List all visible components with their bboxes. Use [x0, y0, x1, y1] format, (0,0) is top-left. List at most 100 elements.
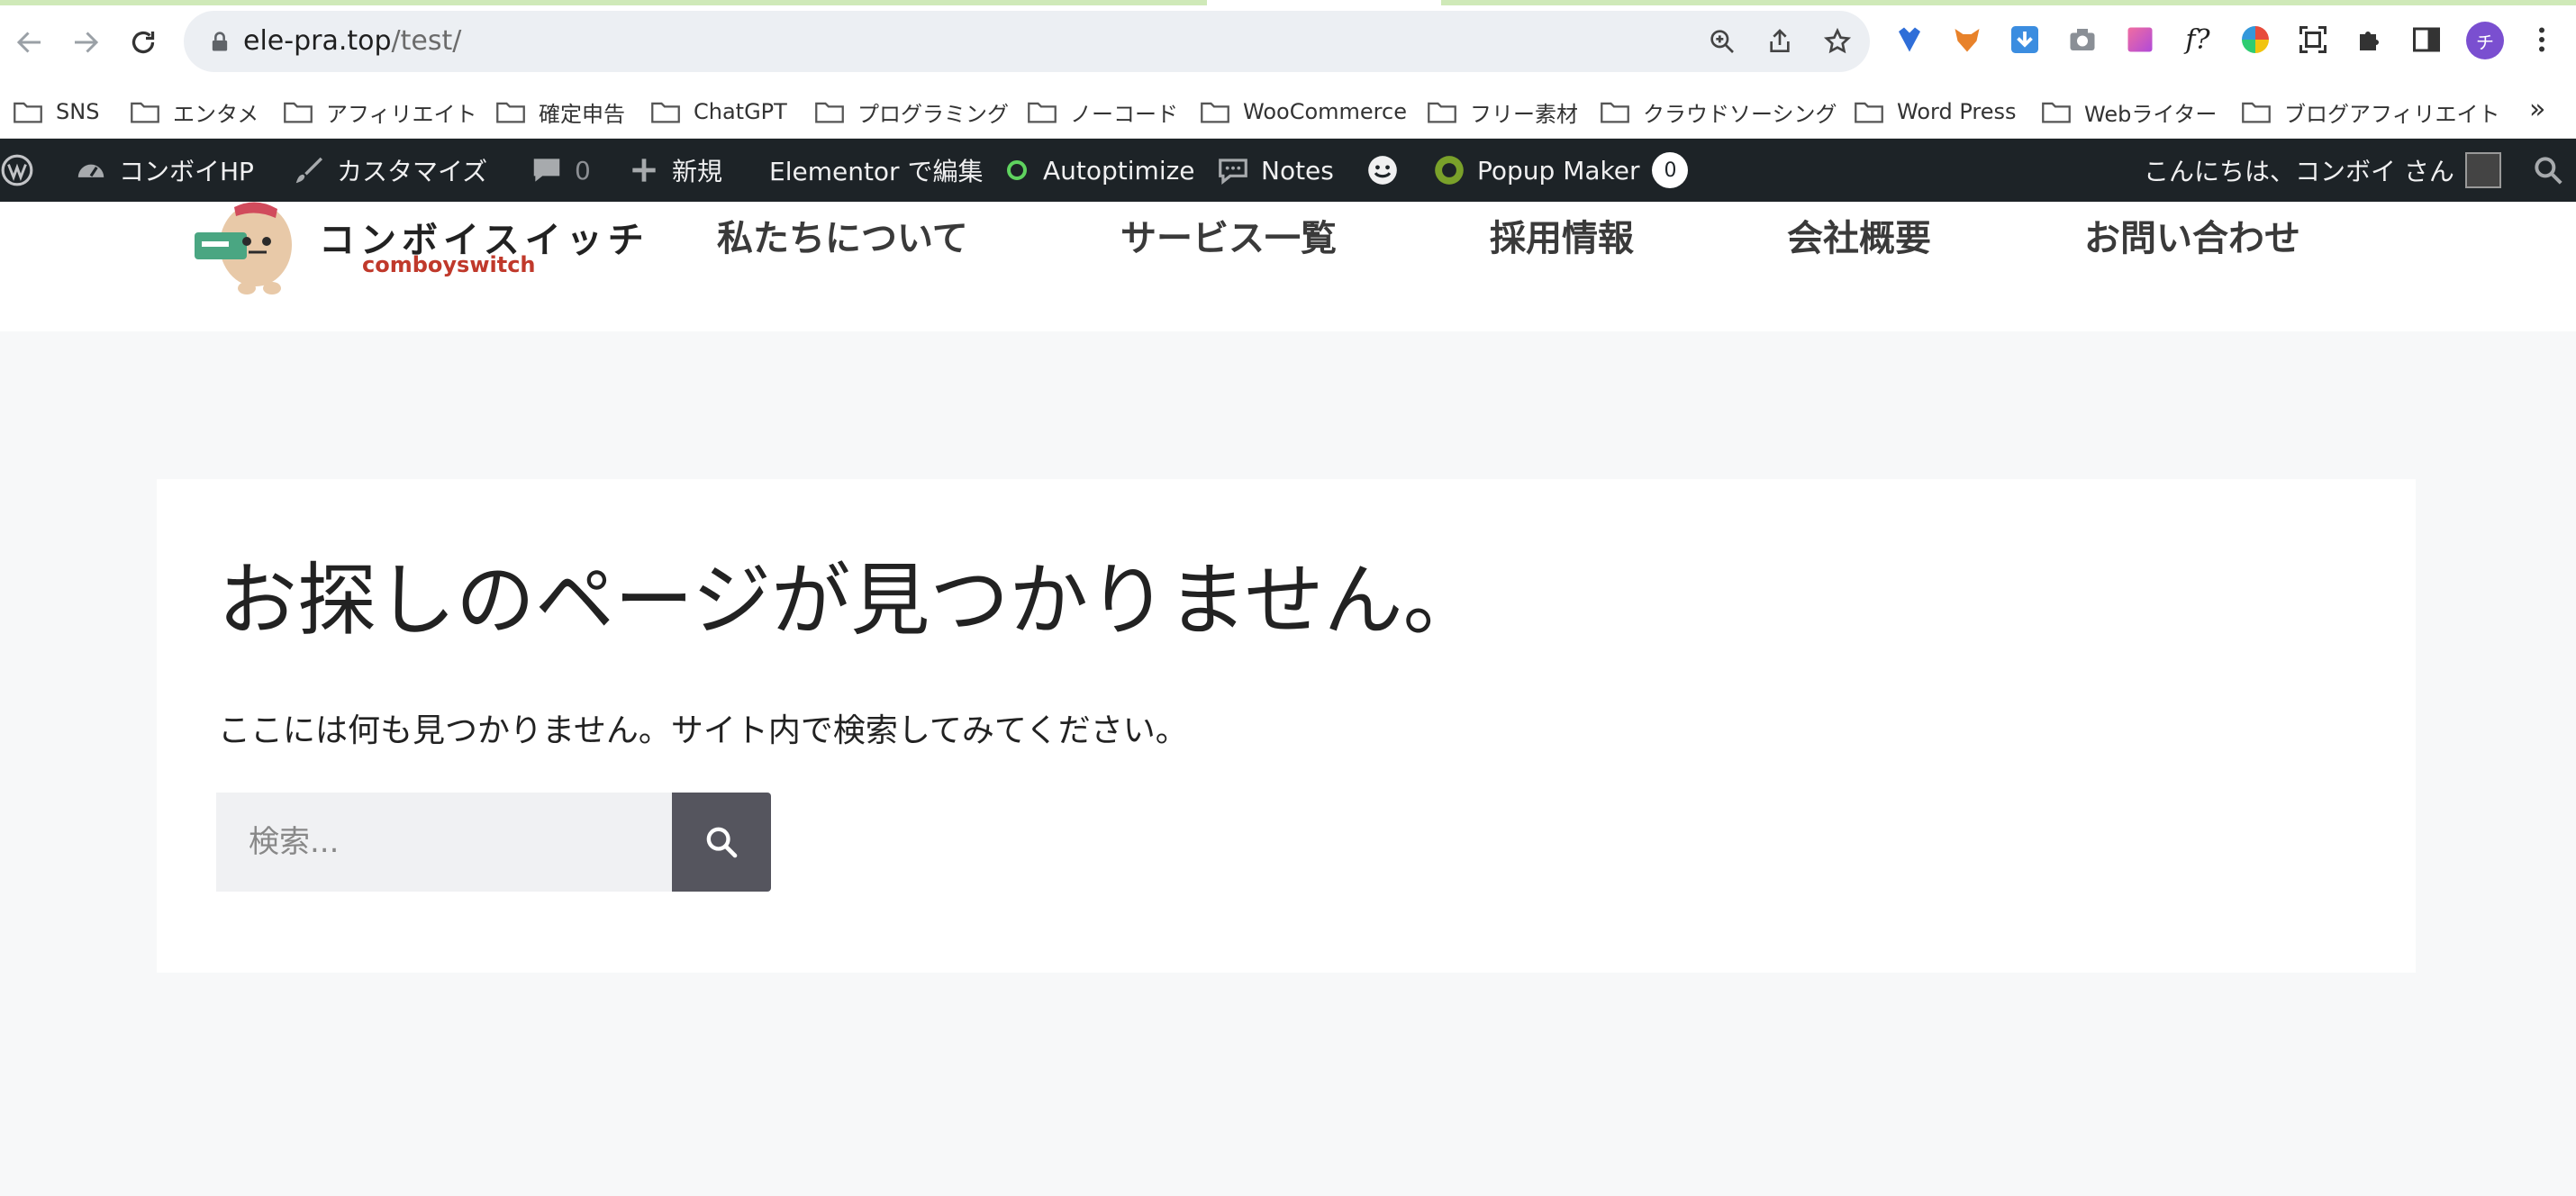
- zoom-icon: [1710, 30, 1734, 53]
- folder-icon: [496, 102, 525, 123]
- wp-grin-plugin[interactable]: [1365, 139, 1410, 202]
- bookmark-folder[interactable]: フリー素材: [1427, 94, 1578, 130]
- wp-logo-button[interactable]: [0, 139, 45, 202]
- url-text[interactable]: ele-pra.top/test/: [243, 23, 461, 59]
- search-icon: [2535, 157, 2562, 185]
- download-extension-icon: [2011, 26, 2038, 53]
- smiley-face-icon: [1368, 156, 1397, 185]
- back-button[interactable]: [5, 18, 54, 67]
- not-found-card: お探しのページが見つかりません。 ここには何も見つかりません。サイト内で検索して…: [157, 479, 2416, 973]
- nav-contact[interactable]: お問い合わせ: [2084, 209, 2300, 261]
- popup-maker-icon: [1435, 156, 1464, 185]
- side-panel-icon: [2413, 27, 2440, 52]
- nav-about[interactable]: 私たちについて: [717, 209, 968, 261]
- folder-icon: [14, 102, 42, 123]
- share-icon: [1770, 29, 1790, 52]
- wp-account-menu[interactable]: こんにちは、コンボイ さん: [2144, 139, 2501, 202]
- screen-capture-icon: [2299, 26, 2327, 53]
- loading-bar: [1441, 0, 2576, 5]
- extensions-menu-button[interactable]: [2351, 20, 2390, 59]
- puzzle-icon: [2360, 32, 2379, 50]
- nav-company[interactable]: 会社概要: [1787, 209, 1931, 261]
- screenshot-extension-button[interactable]: [2293, 20, 2333, 59]
- speech-bubble-icon: [1219, 159, 1247, 185]
- extension-button[interactable]: [1890, 20, 1929, 59]
- nav-recruit[interactable]: 採用情報: [1490, 209, 1634, 261]
- wp-popup-maker[interactable]: Popup Maker 0: [1432, 139, 1689, 202]
- address-bar[interactable]: ele-pra.top/test/: [184, 11, 1870, 72]
- bookmark-star-button[interactable]: [1819, 23, 1855, 59]
- extension-button[interactable]: [2063, 20, 2102, 59]
- page-description: ここには何も見つかりません。サイト内で検索してみてください。: [218, 712, 1188, 749]
- bookmarks-bar: SNS エンタメ アフィリエイト 確定申告 ChatGPT プログラミング ノー…: [0, 83, 2576, 139]
- logo-text-en: comboyswitch: [362, 252, 536, 277]
- loading-bar: [0, 0, 1207, 5]
- wp-search-button[interactable]: [2531, 139, 2576, 202]
- arrow-left-icon: [16, 32, 41, 53]
- reload-button[interactable]: [119, 18, 168, 67]
- side-panel-button[interactable]: [2407, 20, 2446, 59]
- font-question-icon: f?: [2185, 23, 2210, 56]
- wordpress-icon: [1, 154, 33, 186]
- extension-button[interactable]: [2236, 20, 2275, 59]
- bookmark-folder[interactable]: ブログアフィリエイト: [2241, 94, 2500, 130]
- wp-autoptimize[interactable]: Autoptimize: [1007, 139, 1195, 202]
- bookmark-folder[interactable]: ノーコード: [1027, 94, 1178, 130]
- font-extension-button[interactable]: f?: [2178, 20, 2218, 59]
- paintbrush-icon: [295, 157, 323, 184]
- wp-site-name[interactable]: コンボイHP: [74, 139, 254, 202]
- lock-icon[interactable]: [207, 29, 232, 54]
- search-form: [216, 793, 771, 892]
- site-header: コンボイスイッチ comboyswitch 私たちについて サービス一覧 採用情…: [0, 202, 2576, 331]
- popup-count-badge: 0: [1652, 152, 1689, 188]
- bookmark-folder[interactable]: WooCommerce: [1200, 94, 1407, 130]
- bookmark-folder[interactable]: ChatGPT: [650, 94, 787, 130]
- extension-button[interactable]: [2120, 20, 2160, 59]
- browser-menu-button[interactable]: [2522, 20, 2562, 59]
- folder-icon: [2242, 102, 2271, 123]
- bookmark-folder[interactable]: Word Press: [1854, 94, 2016, 130]
- star-icon: [1823, 27, 1852, 54]
- folder-icon: [1028, 102, 1057, 123]
- forward-button[interactable]: [61, 18, 110, 67]
- folder-icon: [651, 102, 680, 123]
- bookmark-folder[interactable]: プログラミング: [814, 94, 1009, 130]
- share-button[interactable]: [1762, 23, 1798, 59]
- bookmark-folder[interactable]: エンタメ: [130, 94, 259, 130]
- nav-services[interactable]: サービス一覧: [1120, 209, 1337, 261]
- search-input[interactable]: [216, 793, 672, 892]
- wp-notes[interactable]: Notes: [1216, 139, 1334, 202]
- extension-button[interactable]: [2005, 20, 2045, 59]
- dashboard-gauge-icon: [77, 164, 104, 177]
- user-avatar: [2464, 152, 2501, 188]
- fox-extension-icon: [1955, 29, 1980, 52]
- status-circle-icon: [1007, 160, 1027, 180]
- bookmark-folder[interactable]: 確定申告: [495, 94, 625, 130]
- bookmark-folder[interactable]: Webライター: [2041, 94, 2217, 130]
- bookmarks-overflow-button[interactable]: »: [2529, 94, 2545, 125]
- folder-icon: [284, 102, 313, 123]
- bookmark-folder[interactable]: アフィリエイト: [283, 94, 477, 130]
- heart-extension-icon: [1899, 27, 1920, 52]
- profile-avatar[interactable]: チ: [2466, 22, 2504, 59]
- extension-button[interactable]: [1947, 20, 1987, 59]
- folder-icon: [2042, 102, 2071, 123]
- folder-icon: [1855, 102, 1883, 123]
- browser-toolbar: ele-pra.top/test/ f? チ: [0, 0, 2576, 83]
- mascot-logo-icon: [195, 202, 292, 294]
- bookmark-folder[interactable]: SNS: [13, 94, 99, 130]
- page-title: お探しのページが見つかりません。: [218, 554, 1483, 647]
- search-submit-button[interactable]: [672, 793, 771, 892]
- color-wheel-icon: [2242, 26, 2269, 53]
- zoom-button[interactable]: [1704, 23, 1740, 59]
- bookmark-folder[interactable]: クラウドソーシング: [1600, 94, 1837, 130]
- search-icon: [706, 827, 738, 858]
- reload-icon: [132, 31, 155, 54]
- site-logo[interactable]: コンボイスイッチ comboyswitch: [193, 202, 644, 295]
- folder-icon: [815, 102, 844, 123]
- wp-new-content[interactable]: 新規: [627, 139, 722, 202]
- wp-customize[interactable]: カスタマイズ: [292, 139, 487, 202]
- wp-elementor-edit[interactable]: Elementor で編集: [769, 139, 983, 202]
- camera-extension-icon: [2070, 29, 2095, 50]
- wp-comments[interactable]: 0: [530, 139, 591, 202]
